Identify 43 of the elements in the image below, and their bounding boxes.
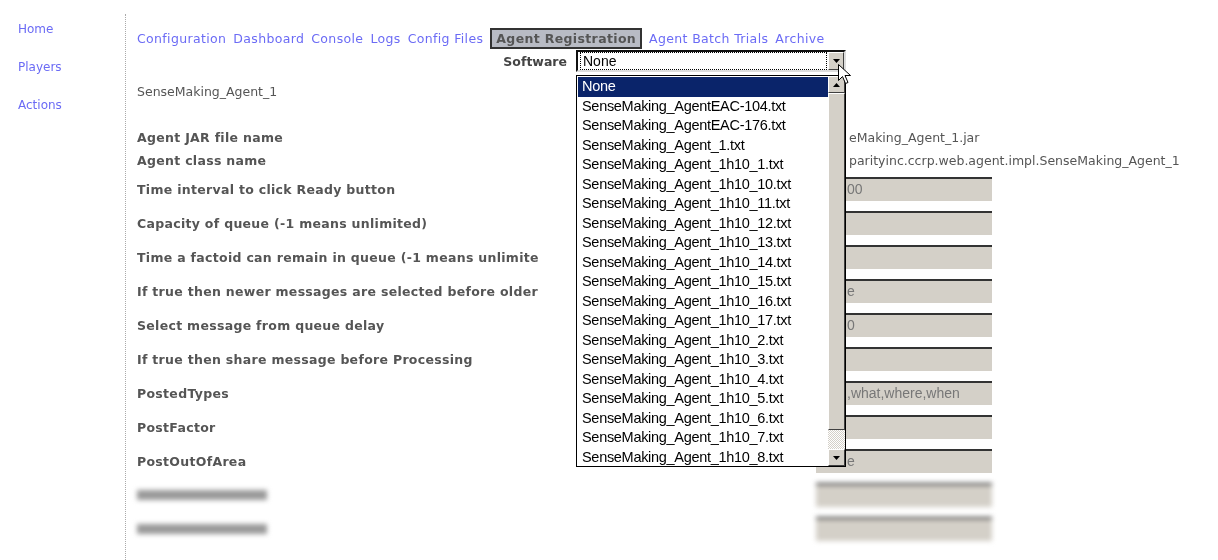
dropdown-option[interactable]: SenseMaking_Agent_1h10_6.txt (578, 408, 828, 428)
field-label: Time interval to click Ready button (137, 181, 396, 197)
software-select[interactable]: None (576, 50, 846, 72)
field-label: Select message from queue delay (137, 317, 385, 333)
nav-tab[interactable]: Agent Batch Trials (649, 30, 769, 46)
dropdown-option[interactable]: None (578, 77, 828, 97)
scroll-up-icon (833, 82, 840, 87)
nav-tab[interactable]: Console (311, 30, 364, 46)
field-label: Time a factoid can remain in queue (-1 means unlimite (137, 249, 539, 265)
field-value: eMaking_Agent_1.jar (849, 130, 980, 145)
sidebar-link[interactable]: Actions (18, 96, 62, 114)
field-value: parityinc.ccrp.web.agent.impl.SenseMaking_Agent_1 (849, 153, 1180, 168)
dropdown-option[interactable]: SenseMaking_Agent_1h10_13.txt (578, 233, 828, 253)
field-label: Agent class name (137, 153, 267, 168)
nav-tab[interactable]: Archive (775, 30, 825, 46)
dropdown-option[interactable]: SenseMaking_Agent_1.txt (578, 135, 828, 155)
field-label: PostOutOfArea (137, 453, 247, 469)
sidebar-link[interactable]: Players (18, 58, 62, 76)
field-label: Capacity of queue (-1 means unlimited) (137, 215, 428, 231)
nav-tab[interactable]: Agent Registration (490, 27, 643, 49)
nav-tab[interactable]: Configuration (137, 30, 227, 46)
input-field[interactable] (816, 517, 992, 541)
dropdown-option[interactable]: SenseMaking_Agent_1h10_3.txt (578, 350, 828, 370)
input-field[interactable] (816, 483, 992, 507)
field-label: PostedTypes (137, 385, 229, 401)
caret-icon (832, 59, 840, 63)
software-label: Software (502, 53, 567, 69)
dropdown-option[interactable]: SenseMaking_Agent_1h10_12.txt (578, 213, 828, 233)
agent-name: SenseMaking_Agent_1 (137, 84, 278, 101)
field-label: Agent JAR file name (137, 130, 283, 145)
scroll-down-icon (833, 455, 840, 460)
dropdown-option[interactable]: SenseMaking_Agent_1h10_7.txt (578, 428, 828, 448)
nav-tab[interactable]: Dashboard (233, 30, 305, 46)
nav-tab[interactable]: Logs (370, 30, 401, 46)
field-label: If true then share message before Processing (137, 351, 473, 367)
field-label: PostFactor (137, 419, 216, 435)
dropdown-option[interactable]: SenseMaking_Agent_1h10_14.txt (578, 252, 828, 272)
field-label: If true then newer messages are selected before older (137, 283, 538, 299)
nav-tab[interactable]: Config Files (407, 30, 484, 46)
dropdown-option[interactable]: SenseMaking_Agent_1h10_1.txt (578, 155, 828, 175)
dropdown-option[interactable]: SenseMaking_AgentEAC-104.txt (578, 96, 828, 116)
dropdown-option[interactable]: SenseMaking_AgentEAC-176.txt (578, 116, 828, 136)
sidebar-link[interactable]: Home (18, 20, 54, 38)
